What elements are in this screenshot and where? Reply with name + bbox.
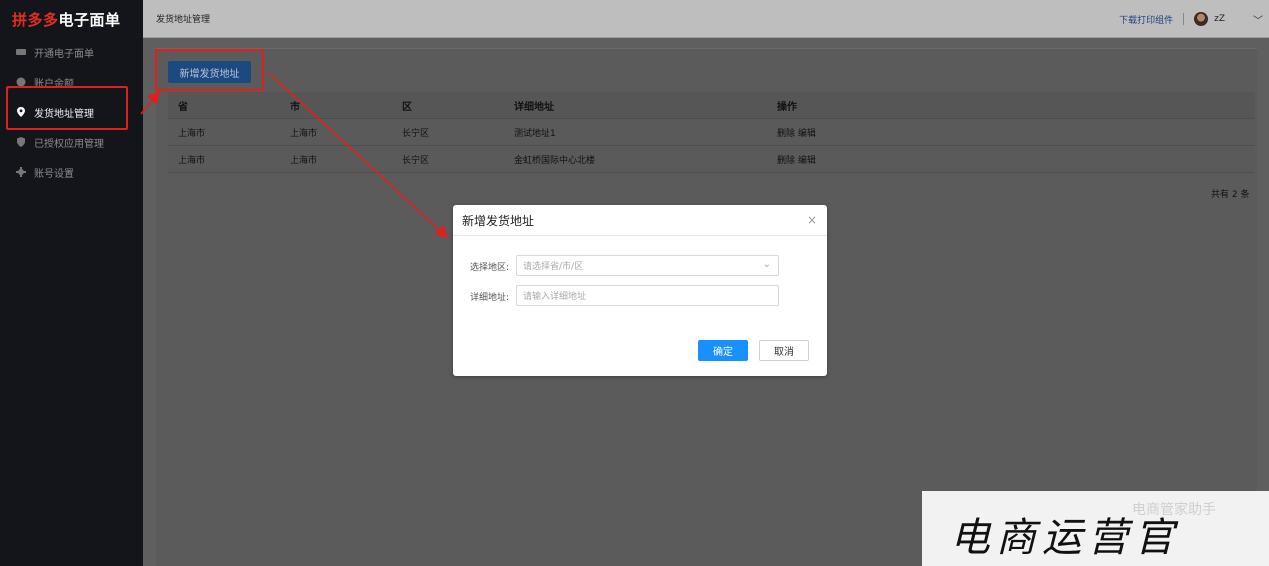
modal-title: 新增发货地址 [453,205,827,236]
cell-address: 测试地址1 [514,128,556,139]
cell-province: 上海市 [178,128,206,139]
avatar[interactable] [1194,12,1209,26]
highlight-box-add-button [155,49,264,91]
close-icon[interactable]: × [807,213,817,227]
column-header-district: 区 [402,101,412,113]
address-table: 省 市 区 详细地址 操作 上海市 上海市 长宁区 测试地址1 删除 编辑 上海… [168,92,1255,173]
region-placeholder: 请选择省/市/区 [523,262,584,272]
region-select[interactable]: 请选择省/市/区 ⌄ [516,255,779,276]
watermark: 电商运营官 电商管家助手 [922,491,1269,566]
breadcrumb: 发货地址管理 [156,15,211,25]
highlight-box-sidebar-item [6,86,128,130]
cell-actions: 删除 编辑 [767,126,1255,139]
top-header: 发货地址管理 下载打印组件 zZ ﹀ [143,0,1269,38]
cell-district: 长宁区 [402,128,430,139]
edit-link[interactable]: 编辑 [798,129,816,139]
chevron-down-icon[interactable]: ﹀ [1253,12,1263,27]
region-label: 选择地区: [470,263,510,273]
table-row: 上海市 上海市 长宁区 测试地址1 删除 编辑 [168,119,1255,146]
download-print-component-link[interactable]: 下载打印组件 [1119,13,1173,26]
sidebar: 拼多多 电子面单 开通电子面单 账户余额 发货地址管理 已授权应用管理 账号设置 [0,0,143,566]
sidebar-item-label: 账号设置 [34,168,74,180]
cell-province: 上海市 [178,155,206,166]
brand-pdd: 拼多多 [12,10,59,29]
add-address-modal: 新增发货地址 × 选择地区: 请选择省/市/区 ⌄ 详细地址: 请输入详细地址 … [453,205,827,376]
header-divider [1183,13,1185,25]
column-header-city: 市 [290,101,300,113]
brand-logo: 拼多多 电子面单 [0,0,143,38]
delete-link[interactable]: 删除 [777,129,795,139]
column-header-province: 省 [178,101,188,113]
watermark-small-text: 电商管家助手 [1132,502,1216,518]
sidebar-item-open-waybill[interactable]: 开通电子面单 [0,37,143,67]
sidebar-item-label: 开通电子面单 [34,48,94,60]
total-count: 共有 2 条 [1211,190,1250,200]
edit-link[interactable]: 编辑 [798,156,816,166]
sidebar-item-label: 已授权应用管理 [34,138,104,150]
cancel-button[interactable]: 取消 [759,340,809,361]
cell-city: 上海市 [290,128,318,139]
cell-address: 金虹桥国际中心北楼 [514,155,596,166]
address-placeholder: 请输入详细地址 [523,292,587,302]
table-row: 上海市 上海市 长宁区 金虹桥国际中心北楼 删除 编辑 [168,146,1255,173]
table-header: 省 市 区 详细地址 操作 [168,92,1255,119]
username[interactable]: zZ [1214,14,1225,24]
cell-district: 长宁区 [402,155,430,166]
confirm-button[interactable]: 确定 [698,340,748,361]
column-header-address: 详细地址 [514,101,554,113]
address-label: 详细地址: [470,293,510,303]
address-input[interactable]: 请输入详细地址 [516,285,779,306]
shield-icon [16,137,26,147]
sidebar-item-account-settings[interactable]: 账号设置 [0,157,143,187]
column-header-actions: 操作 [777,101,797,113]
card-icon [16,47,26,57]
gear-icon [16,167,26,177]
cell-city: 上海市 [290,155,318,166]
chevron-down-icon: ⌄ [762,259,771,270]
brand-title: 电子面单 [58,10,121,29]
sidebar-item-authorized-apps[interactable]: 已授权应用管理 [0,127,143,157]
delete-link[interactable]: 删除 [777,156,795,166]
cell-actions: 删除 编辑 [767,153,1255,166]
